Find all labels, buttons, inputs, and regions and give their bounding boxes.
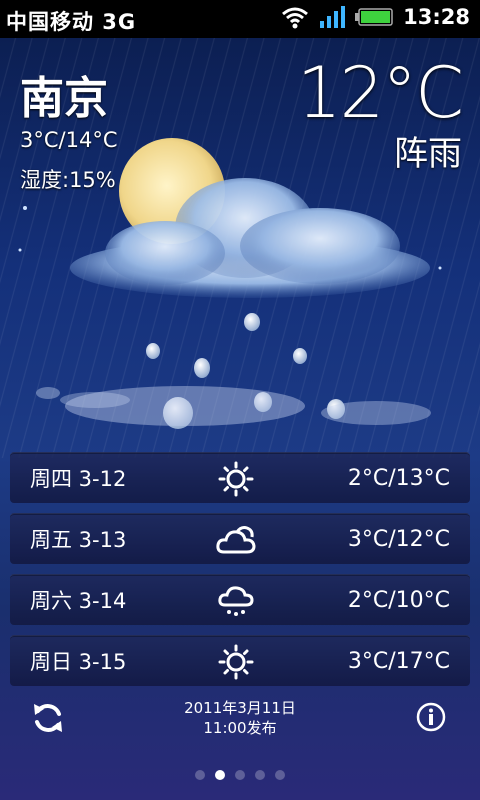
forecast-day: 周日 3-15 [30, 650, 127, 674]
publish-date: 2011年3月11日 [184, 699, 296, 717]
sunny-icon [218, 461, 254, 497]
page-dot-active[interactable] [215, 770, 225, 780]
forecast-row[interactable]: 周日 3-15 3°C/17°C [10, 635, 470, 686]
forecast-row[interactable]: 周六 3-14 2°C/10°C [10, 574, 470, 625]
snow-icon [218, 586, 254, 616]
refresh-icon[interactable] [30, 700, 66, 736]
forecast-temps: 3°C/12°C [347, 526, 450, 552]
page-dot[interactable] [195, 770, 205, 780]
page-dot[interactable] [255, 770, 265, 780]
forecast-row[interactable]: 周五 3-13 3°C/12°C [10, 513, 470, 564]
status-bar: 中国移动 3G 13:28 [0, 0, 480, 38]
forecast-list: 周四 3-12 2°C/13°C 周五 3-13 3°C/12°C 周六 3-1… [10, 452, 470, 696]
forecast-row[interactable]: 周四 3-12 2°C/13°C [10, 452, 470, 503]
star [438, 266, 442, 270]
page-dot[interactable] [275, 770, 285, 780]
forecast-day: 周五 3-13 [30, 528, 127, 552]
carrier-label: 中国移动 3G [6, 10, 137, 34]
puddle-illustration [36, 386, 431, 426]
signal-icon [320, 6, 346, 28]
humidity: 湿度:15% [20, 168, 116, 192]
temperature-range: 3°C/14°C [20, 128, 118, 152]
info-icon[interactable] [416, 702, 446, 732]
weather-condition: 阵雨 [394, 134, 462, 174]
cloudy-icon [216, 526, 256, 554]
sunny-icon [218, 644, 254, 680]
star [18, 248, 22, 252]
forecast-temps: 2°C/13°C [347, 465, 450, 491]
bottom-bar: 2011年3月11日 11:00发布 [0, 688, 480, 800]
city-name: 南京 [20, 73, 108, 124]
wifi-icon [282, 7, 309, 29]
weather-screen[interactable]: 南京 3°C/14°C 湿度:15% 12°C 阵雨 周四 3-12 2°C/1… [0, 38, 480, 800]
battery-icon [355, 8, 393, 26]
star [23, 206, 27, 210]
forecast-day: 周四 3-12 [30, 467, 127, 491]
publish-time: 2011年3月11日 11:00发布 [140, 698, 340, 738]
page-dot[interactable] [235, 770, 245, 780]
current-temperature: 12°C [297, 52, 464, 134]
clock: 13:28 [403, 5, 470, 29]
forecast-day: 周六 3-14 [30, 589, 127, 613]
status-icons: 13:28 [281, 5, 470, 29]
page-indicator [0, 770, 480, 780]
publish-hour: 11:00发布 [203, 719, 277, 737]
forecast-temps: 2°C/10°C [347, 587, 450, 613]
forecast-temps: 3°C/17°C [347, 648, 450, 674]
